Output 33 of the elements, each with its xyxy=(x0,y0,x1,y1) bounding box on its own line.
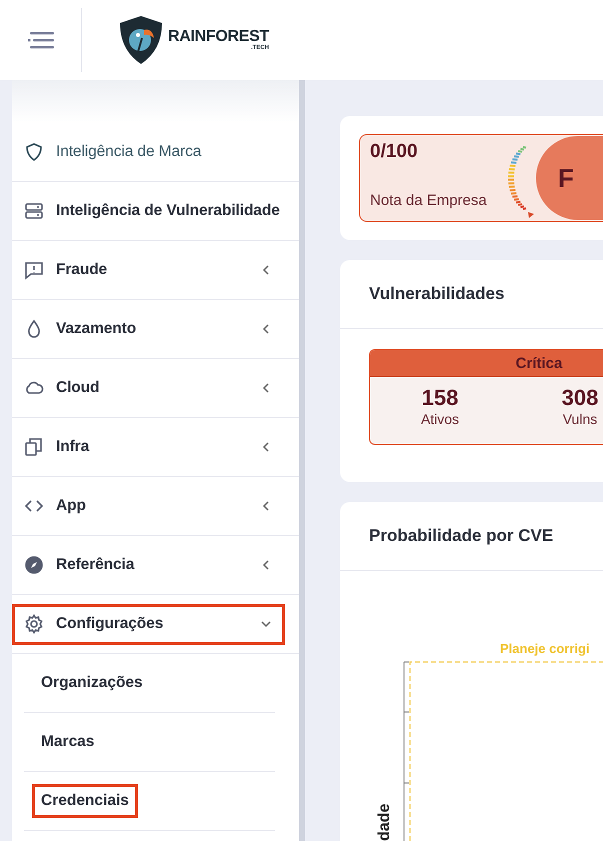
sidebar-item[interactable]: Infra xyxy=(12,426,285,468)
copy-icon xyxy=(24,437,44,457)
scrollbar[interactable] xyxy=(299,80,305,841)
submenu-item[interactable]: Marcas xyxy=(32,725,104,759)
score-label: Nota da Empresa xyxy=(370,192,488,209)
menu-icon[interactable] xyxy=(28,31,54,49)
severity-header: Crítica xyxy=(370,350,603,377)
annotation-label: Planeje corrigi xyxy=(500,641,590,656)
submenu-item[interactable]: Credenciais xyxy=(32,784,138,818)
stat-value: 158 xyxy=(422,385,458,411)
card-title: Probabilidade por CVE xyxy=(340,502,603,571)
card-title: Vulnerabilidades xyxy=(340,260,603,329)
axis-label: dade xyxy=(376,804,393,841)
sidebar-item[interactable]: Configurações xyxy=(12,604,285,644)
logo-text: RAINFOREST xyxy=(168,28,270,44)
grade-letter: F xyxy=(558,162,575,194)
sidebar-item[interactable]: Inteligência de Vulnerabilidade xyxy=(12,190,285,232)
settings-icon xyxy=(24,614,44,634)
stat-label: Vulns xyxy=(562,411,598,427)
sidebar-item[interactable]: Cloud xyxy=(12,368,285,408)
sidebar-item[interactable]: App xyxy=(12,486,285,526)
stat-value: 308 xyxy=(562,385,598,411)
server-icon xyxy=(24,201,44,221)
stat-label: Ativos xyxy=(420,411,460,427)
message-alert-icon xyxy=(24,260,44,280)
sidebar-item[interactable]: Vazamento xyxy=(12,308,285,350)
score-value: 0/100 xyxy=(370,141,419,163)
shield-icon xyxy=(24,142,44,162)
compass-icon xyxy=(24,555,44,575)
sidebar-item[interactable]: Fraude xyxy=(12,250,285,290)
sidebar-item[interactable]: Referência xyxy=(12,544,285,586)
submenu-item[interactable]: Organizações xyxy=(32,666,152,700)
sidebar-item[interactable]: Inteligência de Marca xyxy=(12,132,285,172)
